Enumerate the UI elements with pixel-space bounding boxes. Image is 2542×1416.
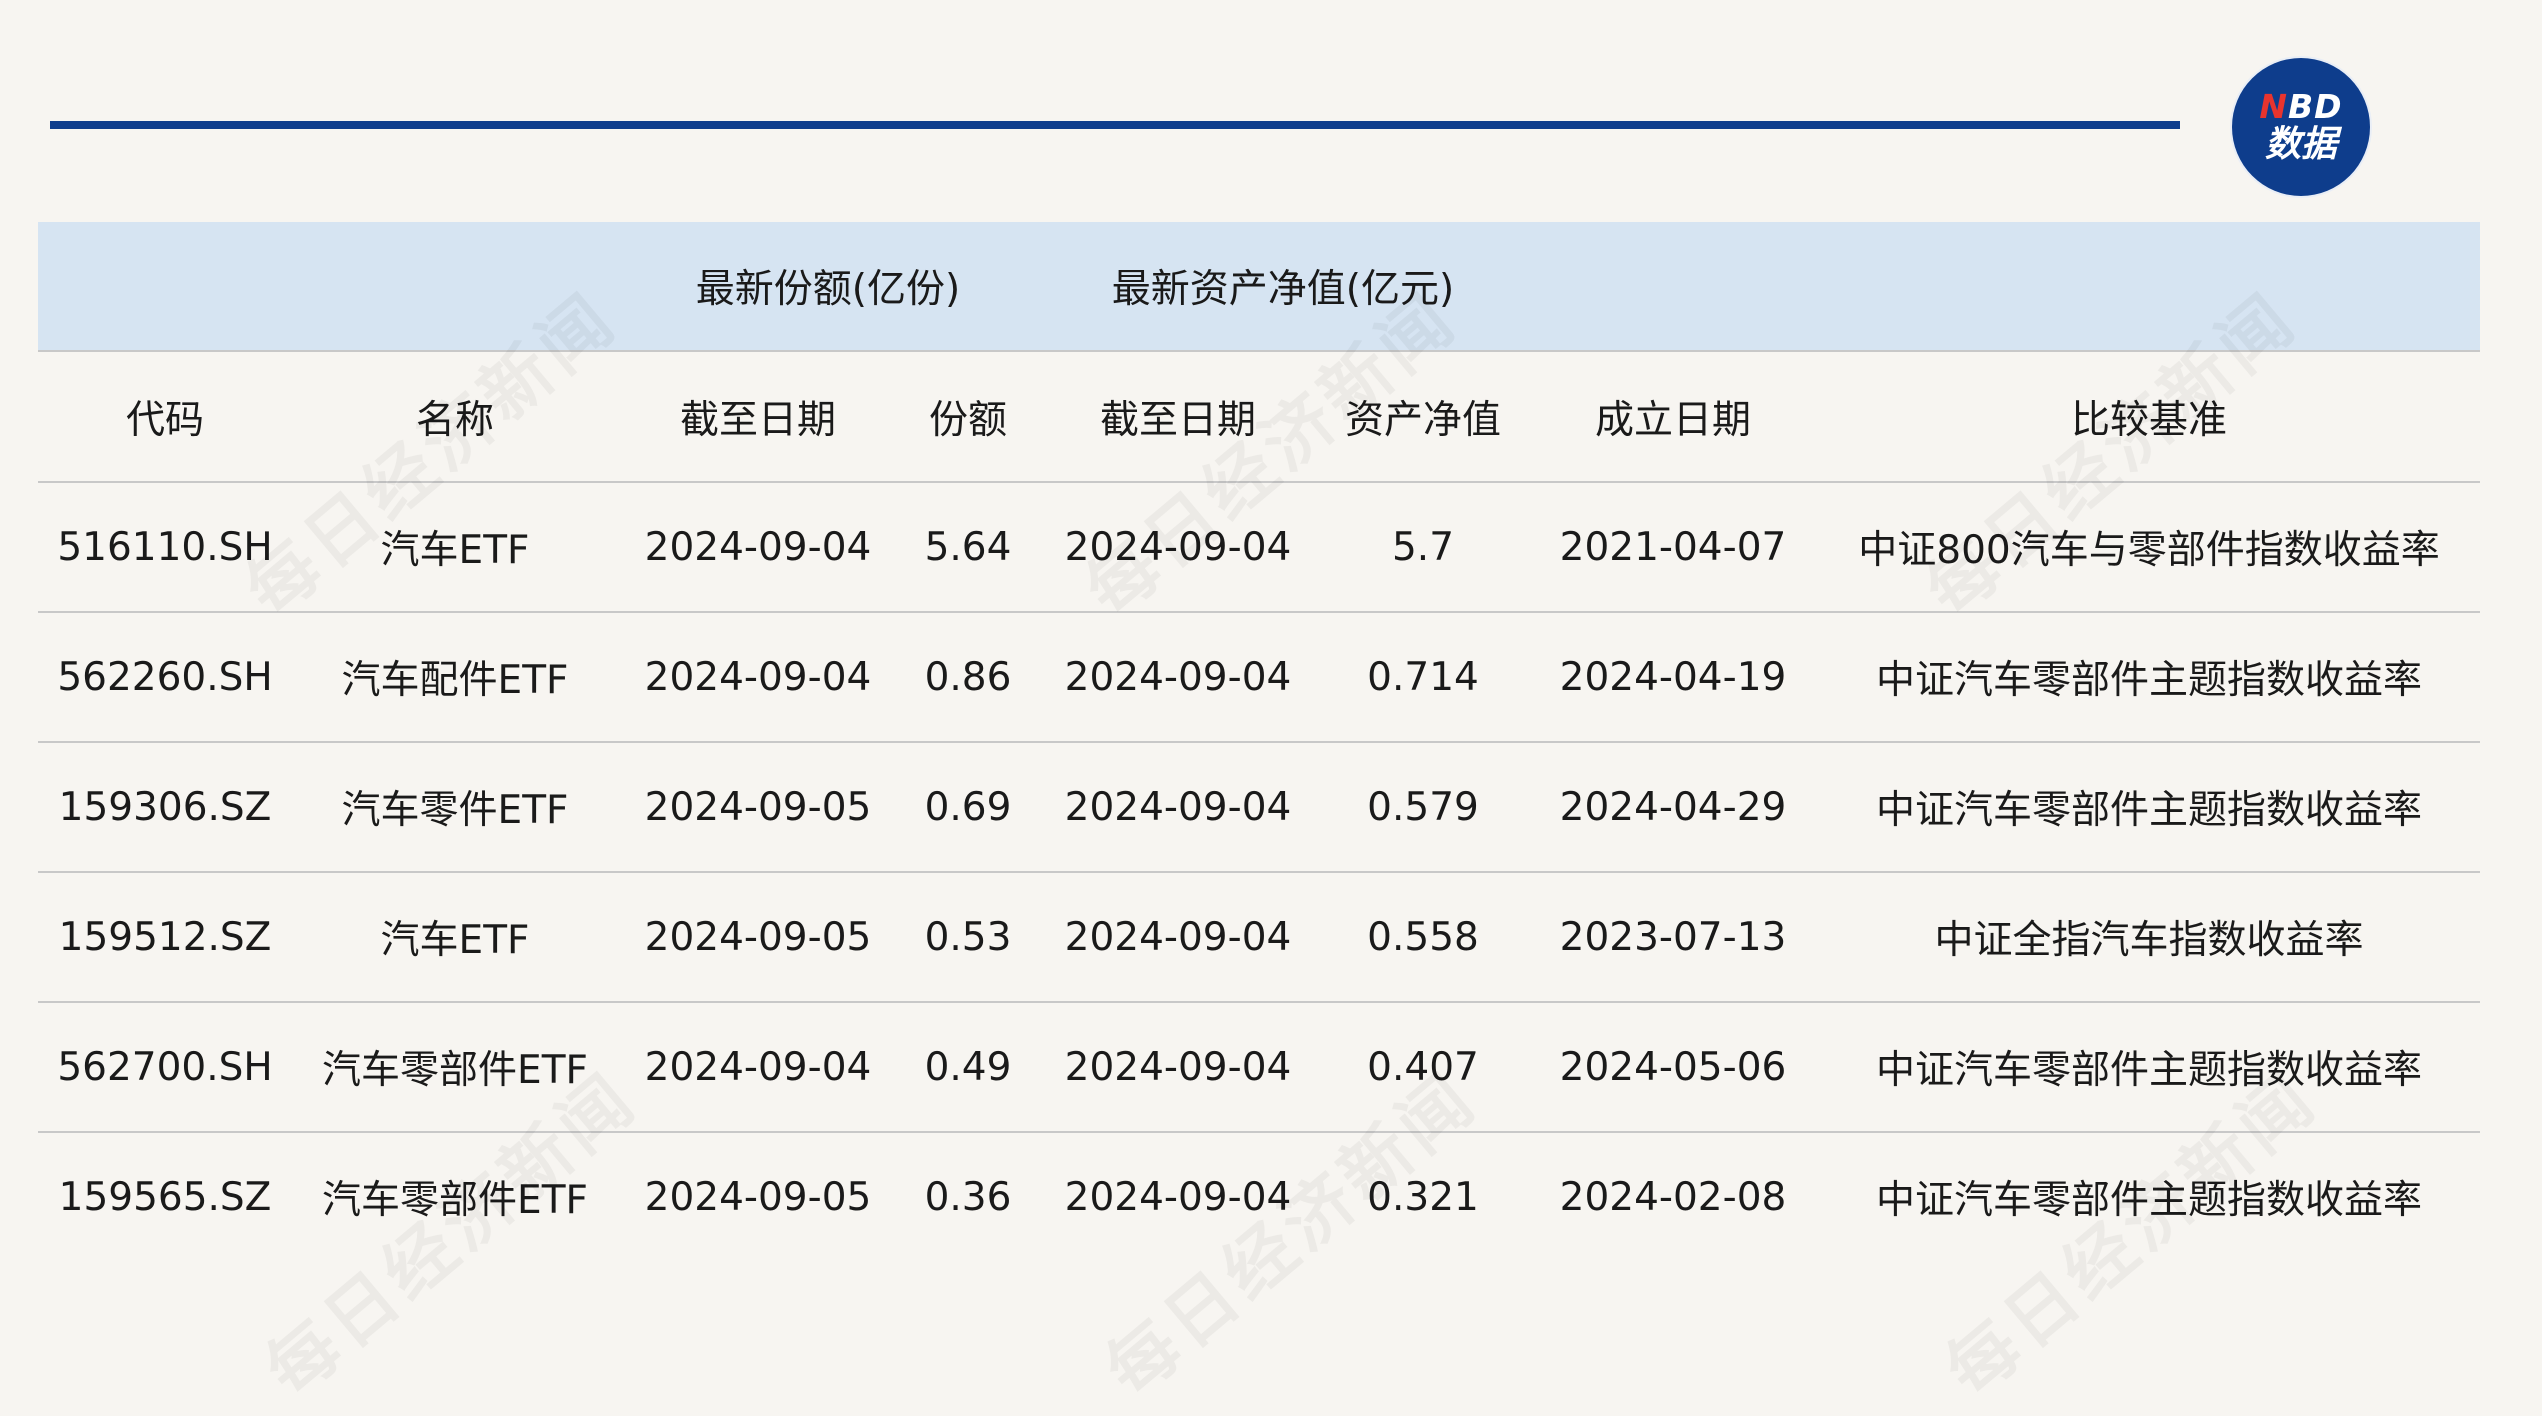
- cell-code: 159512.SZ: [38, 872, 292, 1003]
- cell-code: 159306.SZ: [38, 742, 292, 873]
- cell-nav: 0.321: [1367, 1174, 1479, 1220]
- cell-inception: 2023-07-13: [1528, 872, 1818, 1003]
- column-header-nav: 资产净值: [1318, 350, 1528, 483]
- group-header-nav: 最新资产净值(亿元): [1038, 222, 1528, 351]
- logo-n: N: [2259, 87, 2289, 126]
- column-header-inception: 成立日期: [1528, 350, 1818, 483]
- table-row: 159565.SZ 汽车零部件ETF 2024-09-05 0.36 2024-…: [38, 1132, 2480, 1261]
- cell-shares: 0.49: [898, 1002, 1038, 1133]
- cell-share-date: 2024-09-05: [644, 1174, 872, 1220]
- table-row: 159306.SZ 汽车零件ETF 2024-09-05 0.69 2024-0…: [38, 742, 2480, 873]
- nbd-data-logo: NBD 数据: [2232, 58, 2370, 196]
- column-header-code: 代码: [38, 350, 292, 483]
- table-row: 159512.SZ 汽车ETF 2024-09-05 0.53 2024-09-…: [38, 872, 2480, 1003]
- cell-nav-date: 2024-09-04: [1038, 1002, 1318, 1133]
- cell-inception: 2024-05-06: [1528, 1002, 1818, 1133]
- cell-nav-date: 2024-09-04: [1038, 482, 1318, 613]
- cell-shares: 0.53: [898, 872, 1038, 1003]
- logo-data-text: 数据: [2264, 124, 2337, 165]
- cell-shares: 0.36: [924, 1174, 1012, 1220]
- column-header-nav-date: 截至日期: [1038, 350, 1318, 483]
- cell-benchmark: 中证汽车零部件主题指数收益率: [1818, 1002, 2480, 1133]
- cell-name: 汽车零件ETF: [292, 742, 618, 873]
- cell-shares: 5.64: [898, 482, 1038, 613]
- cell-nav: 0.558: [1318, 872, 1528, 1003]
- cell-share-date: 2024-09-04: [618, 1002, 898, 1133]
- cell-name: 汽车ETF: [292, 482, 618, 613]
- cell-benchmark: 中证汽车零部件主题指数收益率: [1818, 742, 2480, 873]
- table-row: 562260.SH 汽车配件ETF 2024-09-04 0.86 2024-0…: [38, 612, 2480, 743]
- cell-inception: 2024-02-08: [1559, 1174, 1787, 1220]
- cell-name: 汽车ETF: [292, 872, 618, 1003]
- column-header-share-date: 截至日期: [618, 350, 898, 483]
- cell-inception: 2021-04-07: [1528, 482, 1818, 613]
- cell-shares: 0.69: [898, 742, 1038, 873]
- top-divider: [50, 121, 2180, 129]
- group-header-shares: 最新份额(亿份): [618, 222, 1038, 351]
- cell-name: 汽车零部件ETF: [292, 1002, 618, 1133]
- cell-inception: 2024-04-19: [1528, 612, 1818, 743]
- cell-nav-date: 2024-09-04: [1064, 1174, 1292, 1220]
- cell-benchmark: 中证汽车零部件主题指数收益率: [1818, 612, 2480, 743]
- cell-code: 516110.SH: [38, 482, 292, 613]
- cell-shares: 0.86: [898, 612, 1038, 743]
- logo-bd: BD: [2288, 87, 2343, 126]
- column-header-shares: 份额: [898, 350, 1038, 483]
- cell-name: 汽车零部件ETF: [322, 1178, 588, 1223]
- cell-share-date: 2024-09-05: [618, 742, 898, 873]
- etf-table-container: 最新份额(亿份) 最新资产净值(亿元) 代码 名称 截至日期 份额 截至日期 资…: [38, 222, 2480, 1261]
- cell-share-date: 2024-09-04: [618, 612, 898, 743]
- column-header-name: 名称: [292, 350, 618, 483]
- cell-nav: 0.714: [1318, 612, 1528, 743]
- table-row: 516110.SH 汽车ETF 2024-09-04 5.64 2024-09-…: [38, 482, 2480, 613]
- group-header-blank: [292, 222, 618, 351]
- etf-table: 最新份额(亿份) 最新资产净值(亿元) 代码 名称 截至日期 份额 截至日期 资…: [38, 222, 2480, 1261]
- cell-nav: 5.7: [1318, 482, 1528, 613]
- table-row: 562700.SH 汽车零部件ETF 2024-09-04 0.49 2024-…: [38, 1002, 2480, 1133]
- cell-nav-date: 2024-09-04: [1038, 612, 1318, 743]
- cell-nav: 0.579: [1318, 742, 1528, 873]
- group-header-row: 最新份额(亿份) 最新资产净值(亿元): [38, 222, 2480, 351]
- cell-code: 159565.SZ: [58, 1174, 272, 1220]
- column-header-benchmark: 比较基准: [1818, 350, 2480, 483]
- cell-nav: 0.407: [1318, 1002, 1528, 1133]
- cell-benchmark: 中证全指汽车指数收益率: [1818, 872, 2480, 1003]
- cell-name: 汽车配件ETF: [292, 612, 618, 743]
- group-header-blank: [38, 222, 292, 351]
- cell-benchmark: 中证汽车零部件主题指数收益率: [1875, 1178, 2422, 1223]
- cell-share-date: 2024-09-04: [618, 482, 898, 613]
- cell-nav-date: 2024-09-04: [1038, 872, 1318, 1003]
- group-header-blank: [1818, 222, 2480, 351]
- cell-code: 562260.SH: [38, 612, 292, 743]
- cell-inception: 2024-04-29: [1528, 742, 1818, 873]
- column-header-row: 代码 名称 截至日期 份额 截至日期 资产净值 成立日期 比较基准: [38, 350, 2480, 483]
- cell-benchmark: 中证800汽车与零部件指数收益率: [1818, 482, 2480, 613]
- cell-nav-date: 2024-09-04: [1038, 742, 1318, 873]
- cell-code: 562700.SH: [38, 1002, 292, 1133]
- group-header-blank: [1528, 222, 1818, 351]
- cell-share-date: 2024-09-05: [618, 872, 898, 1003]
